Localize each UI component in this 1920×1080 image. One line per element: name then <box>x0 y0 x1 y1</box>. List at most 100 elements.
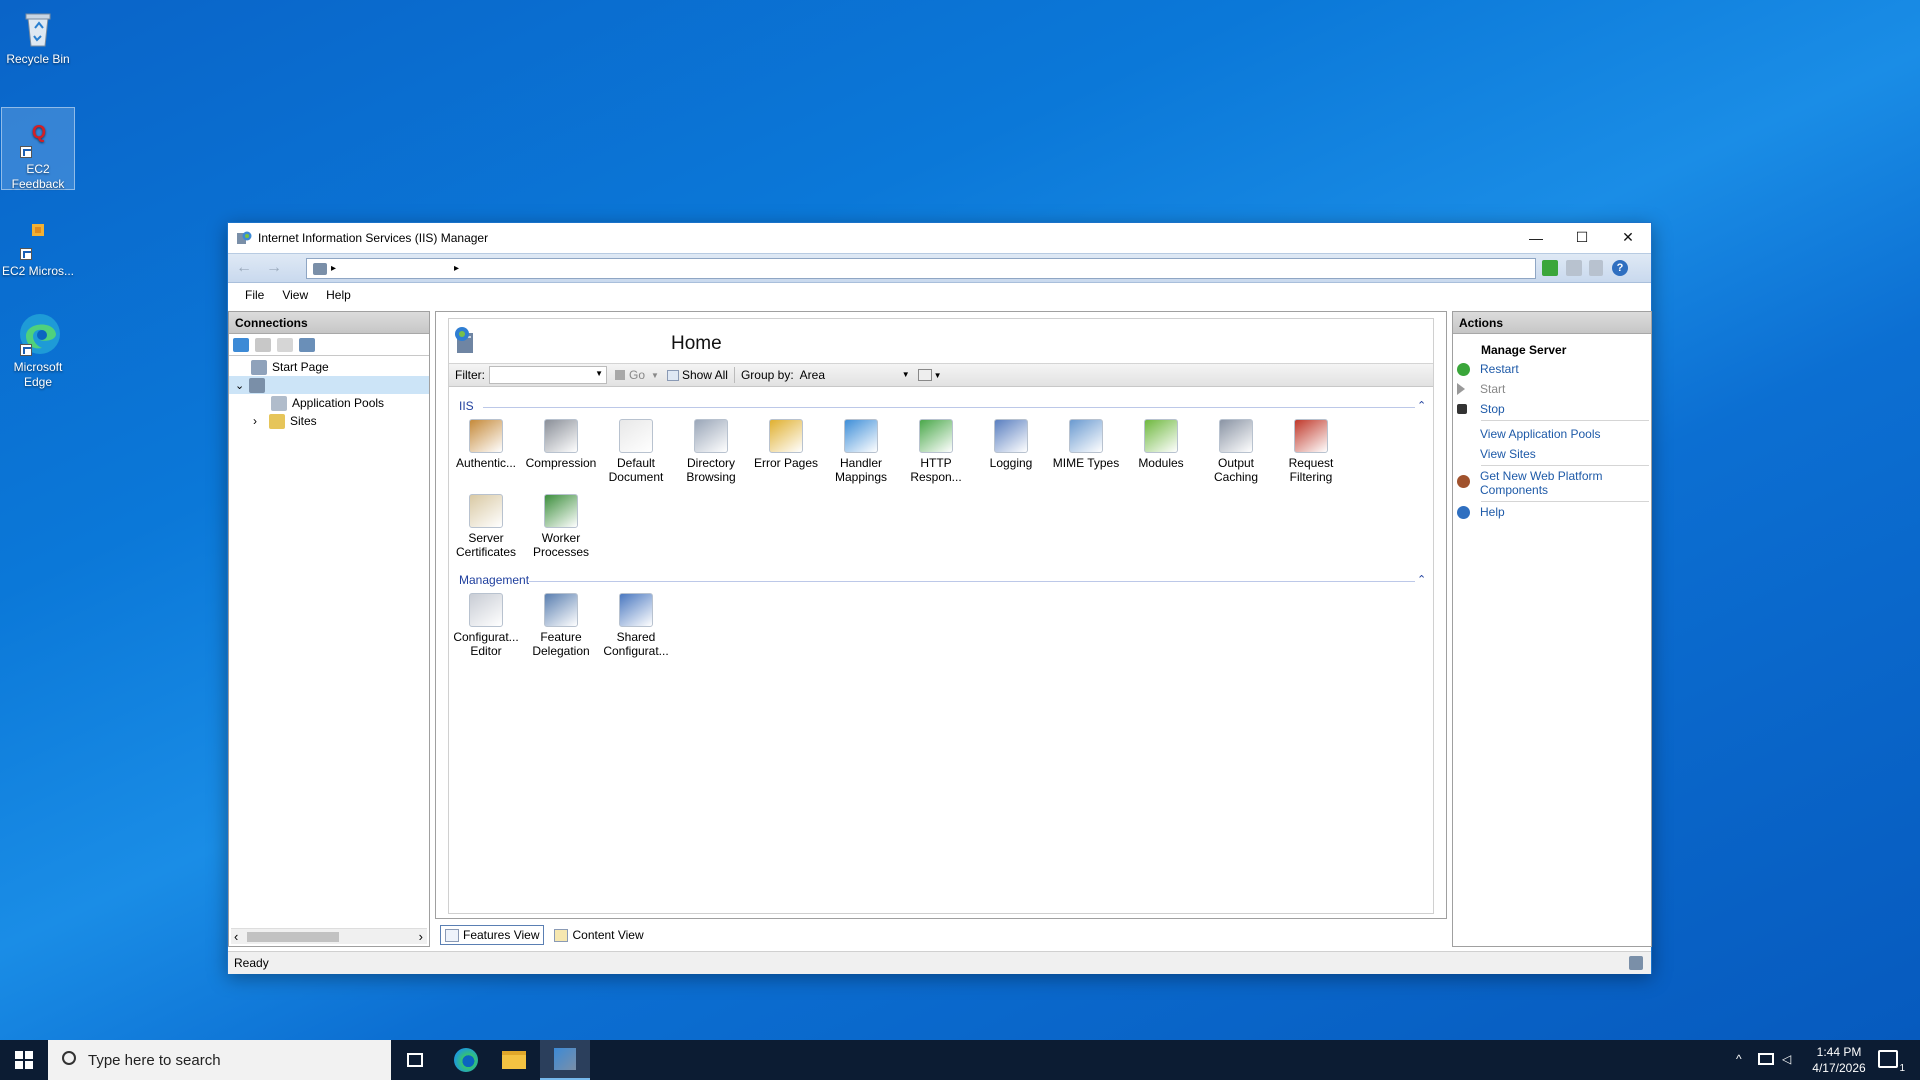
desktop-icon-ec2-micros[interactable]: EC2 Micros... <box>1 218 75 279</box>
show-hidden-icons-button[interactable]: ^ <box>1736 1052 1742 1066</box>
home-icon[interactable] <box>1589 260 1603 276</box>
tree-item-start-page[interactable]: Start Page <box>229 358 429 376</box>
start-button[interactable] <box>0 1040 48 1080</box>
feature-logging[interactable]: Logging <box>974 419 1048 470</box>
feature-server-certificates[interactable]: Server Certificates <box>449 494 523 559</box>
feature-label: Worker Processes <box>532 531 590 559</box>
tree-item-application-pools[interactable]: Application Pools <box>229 394 429 412</box>
status-bar: Ready <box>228 951 1651 974</box>
tab-content-view[interactable]: Content View <box>550 925 647 945</box>
group-divider <box>483 407 1415 408</box>
go-button[interactable]: Go ▼ <box>615 368 659 382</box>
shortcut-arrow-icon <box>20 344 32 356</box>
action-restart[interactable]: Restart <box>1457 362 1647 376</box>
up-icon[interactable] <box>277 337 293 352</box>
desktop-icon-microsoft-edge[interactable]: Microsoft Edge <box>1 310 75 390</box>
feature-error-pages[interactable]: Error Pages <box>749 419 823 470</box>
connections-panel: Connections Start Page ⌄ Application Poo… <box>228 311 430 947</box>
feature-output-caching[interactable]: Output Caching <box>1199 419 1273 484</box>
feature-handler-mappings[interactable]: Handler Mappings <box>824 419 898 484</box>
connections-scrollbar[interactable]: ‹ › <box>231 928 427 944</box>
collapse-iis-button[interactable]: ⌃ <box>1417 399 1426 412</box>
scroll-left-button[interactable]: ‹ <box>234 929 238 944</box>
notification-center-button[interactable]: 1 <box>1878 1050 1905 1074</box>
scroll-right-button[interactable]: › <box>419 929 423 944</box>
menu-file[interactable]: File <box>236 288 273 302</box>
desktop-icon-ec2-feedback[interactable]: Q EC2 Feedback <box>1 107 75 191</box>
feature-shared-configuration[interactable]: Shared Configurat... <box>599 593 673 658</box>
feature-label: Shared Configurat... <box>603 630 669 658</box>
close-button[interactable]: ✕ <box>1605 223 1651 252</box>
web-platform-icon <box>1457 475 1470 488</box>
tree-item-label: Application Pools <box>292 396 385 410</box>
expand-toggle[interactable]: ⌄ <box>235 379 247 392</box>
tree-item-label: Sites <box>290 414 317 428</box>
application-pools-icon <box>271 395 287 411</box>
menu-help[interactable]: Help <box>317 288 360 302</box>
address-field[interactable]: ▸ ▸ <box>306 258 1536 279</box>
feature-label: Directory Browsing <box>686 456 736 484</box>
minimize-button[interactable]: — <box>1513 223 1559 252</box>
stop-icon[interactable] <box>1566 260 1582 276</box>
connections-toolbar <box>229 334 429 356</box>
feature-authentication[interactable]: Authentic... <box>449 419 523 470</box>
feature-worker-processes[interactable]: Worker Processes <box>524 494 598 559</box>
view-mode-icon[interactable] <box>917 369 932 381</box>
save-icon[interactable] <box>255 337 271 352</box>
filter-input[interactable]: ▼ <box>489 366 607 384</box>
action-view-sites[interactable]: View Sites <box>1457 447 1647 461</box>
modules-icon <box>1144 419 1178 453</box>
taskbar-file-explorer-button[interactable] <box>490 1040 538 1080</box>
forward-button[interactable]: → <box>262 259 286 279</box>
back-button[interactable]: ← <box>232 259 256 279</box>
taskbar-edge-button[interactable] <box>442 1040 490 1080</box>
group-by-select[interactable]: Area ▼ <box>800 368 912 382</box>
task-view-button[interactable] <box>391 1040 439 1080</box>
delete-connection-icon[interactable] <box>299 337 315 352</box>
feature-request-filtering[interactable]: Request Filtering <box>1274 419 1348 484</box>
action-stop[interactable]: Stop <box>1457 402 1647 416</box>
menu-bar: File View Help <box>228 283 1651 307</box>
action-view-application-pools[interactable]: View Application Pools <box>1457 427 1647 441</box>
menu-view[interactable]: View <box>273 288 317 302</box>
connect-icon[interactable] <box>233 337 249 352</box>
tree-item-server[interactable]: ⌄ <box>229 376 429 394</box>
separator <box>1481 501 1649 502</box>
separator <box>1481 465 1649 466</box>
feature-directory-browsing[interactable]: Directory Browsing <box>674 419 748 484</box>
desktop-icon-recycle-bin[interactable]: Recycle Bin <box>1 6 75 67</box>
breadcrumb-separator[interactable]: ▸ <box>331 263 336 274</box>
clock[interactable]: 1:44 PM 4/17/2026 <box>1808 1044 1870 1076</box>
feature-configuration-editor[interactable]: Configurat... Editor <box>449 593 523 658</box>
taskbar-iis-manager-button[interactable] <box>540 1040 590 1080</box>
scrollbar-thumb[interactable] <box>247 932 339 942</box>
feature-mime-types[interactable]: MIME Types <box>1049 419 1123 470</box>
maximize-button[interactable]: ☐ <box>1559 223 1605 252</box>
status-server-icon <box>1629 956 1643 970</box>
feature-default-document[interactable]: Default Document <box>599 419 673 484</box>
volume-icon[interactable]: ◁ <box>1782 1052 1798 1066</box>
network-icon[interactable] <box>1758 1053 1774 1065</box>
taskbar-search-box[interactable]: Type here to search <box>48 1040 391 1080</box>
show-all-button[interactable]: Show All <box>666 368 728 382</box>
group-header-management: Management <box>459 573 530 587</box>
title-bar[interactable]: Internet Information Services (IIS) Mana… <box>228 223 1651 252</box>
tree-item-sites[interactable]: › Sites <box>229 412 429 430</box>
group-divider <box>529 581 1415 582</box>
feature-label: Handler Mappings <box>834 456 888 484</box>
folder-icon <box>502 1051 526 1069</box>
action-help[interactable]: Help <box>1457 505 1647 519</box>
feature-feature-delegation[interactable]: Feature Delegation <box>524 593 598 658</box>
breadcrumb-separator[interactable]: ▸ <box>454 263 459 274</box>
help-dropdown-icon[interactable]: ? <box>1612 260 1628 276</box>
feature-compression[interactable]: Compression <box>524 419 598 470</box>
tree-item-label: Start Page <box>272 360 329 374</box>
refresh-icon[interactable] <box>1542 260 1558 276</box>
connections-header: Connections <box>229 312 429 334</box>
expand-toggle[interactable]: › <box>253 414 265 428</box>
feature-http-response-headers[interactable]: HTTP Respon... <box>899 419 973 484</box>
action-get-new-web-platform[interactable]: Get New Web Platform Components <box>1457 469 1647 497</box>
collapse-management-button[interactable]: ⌃ <box>1417 573 1426 586</box>
tab-features-view[interactable]: Features View <box>440 925 545 945</box>
feature-modules[interactable]: Modules <box>1124 419 1198 470</box>
